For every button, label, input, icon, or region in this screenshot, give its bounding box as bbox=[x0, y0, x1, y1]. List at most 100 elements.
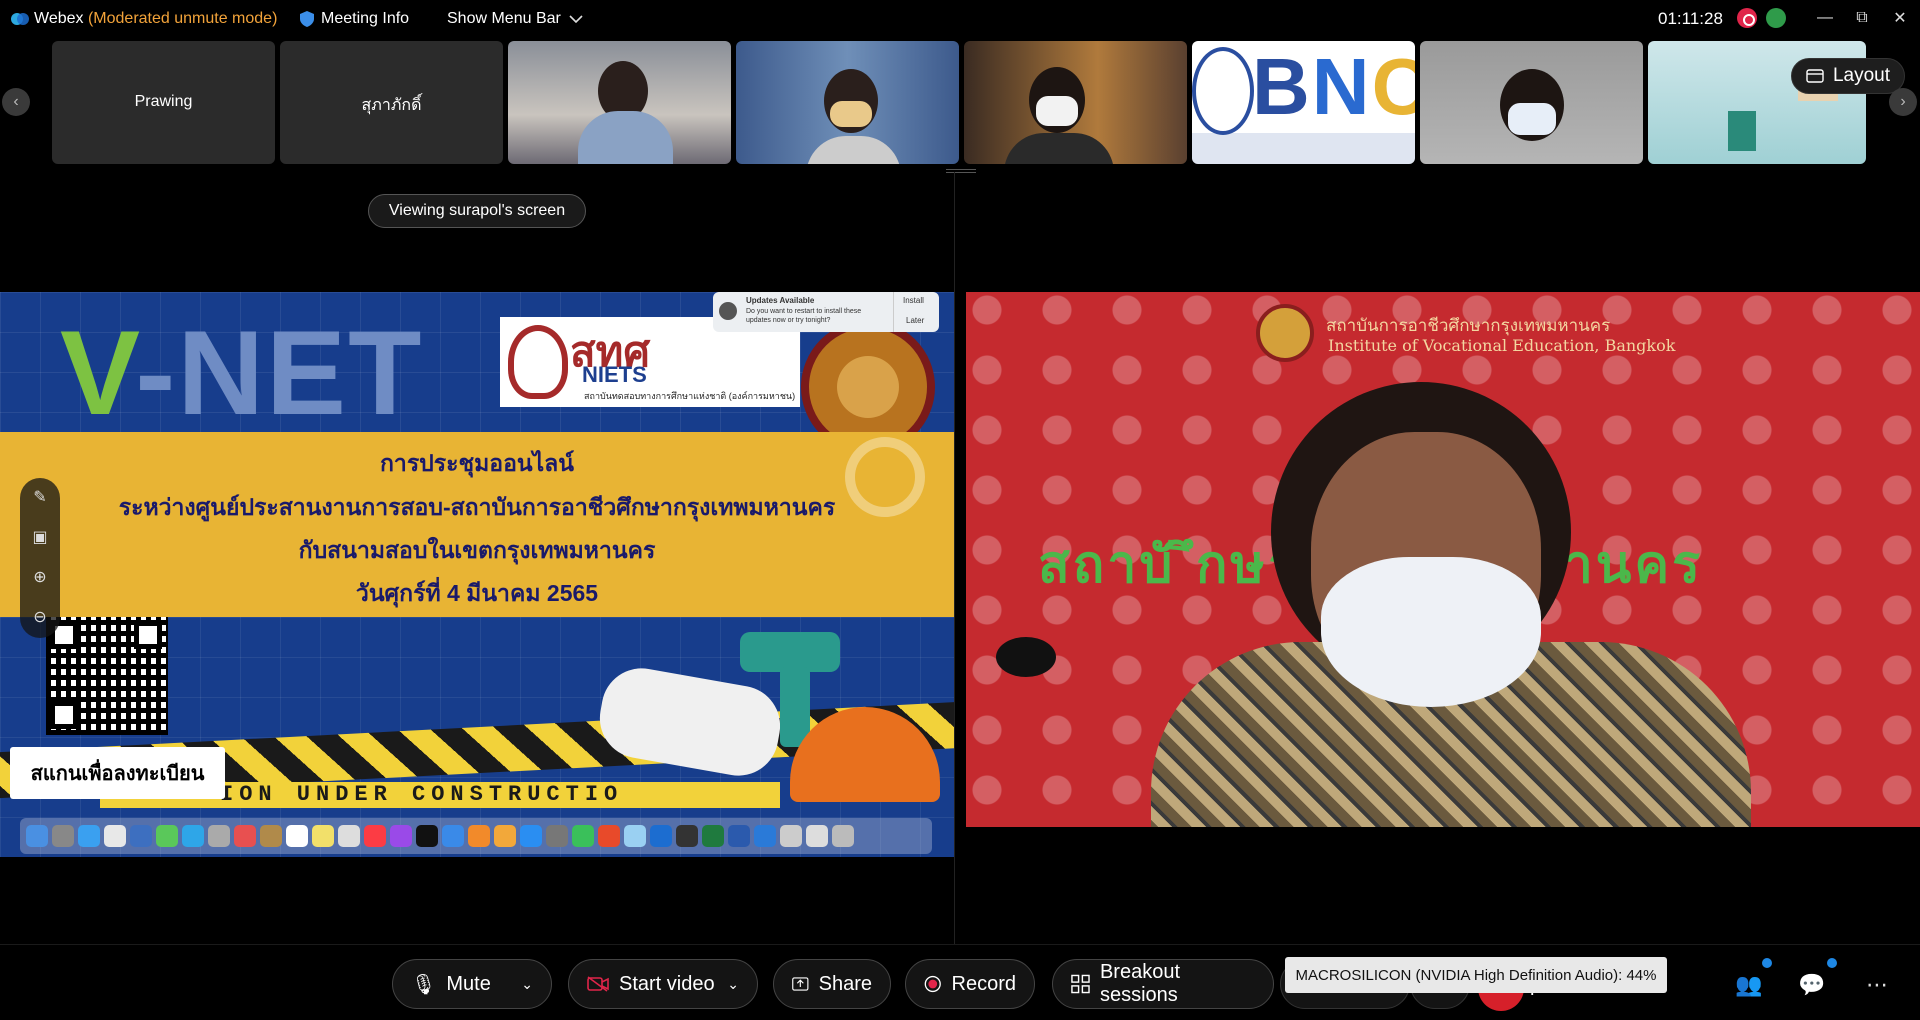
slide-banner: การประชุมออนไลน์ ระหว่างศูนย์ประสานงานกา… bbox=[0, 432, 954, 617]
line-icon[interactable] bbox=[572, 825, 594, 847]
app-icon[interactable] bbox=[260, 825, 282, 847]
chrome-icon[interactable] bbox=[104, 825, 126, 847]
update-notification[interactable]: Updates Available Do you want to restart… bbox=[713, 292, 939, 332]
participant-strip: ‹ Prawing สุภาภักดิ์ BNC Layout › bbox=[0, 38, 1920, 173]
institute-name-english: Institute of Vocational Education, Bangk… bbox=[1328, 336, 1676, 355]
app-icon[interactable] bbox=[130, 825, 152, 847]
start-video-button[interactable]: Start video ⌄ bbox=[568, 959, 758, 1009]
notification-title: Updates Available bbox=[746, 296, 815, 305]
app-icon[interactable] bbox=[806, 825, 828, 847]
screen-icon[interactable]: ▣ bbox=[20, 518, 60, 558]
breakout-sessions-button[interactable]: Breakout sessions bbox=[1052, 959, 1274, 1009]
participant-tile[interactable]: Prawing bbox=[52, 41, 275, 164]
webex-logo-icon bbox=[11, 13, 29, 25]
tv-icon[interactable] bbox=[416, 825, 438, 847]
breakout-sessions-label: Breakout sessions bbox=[1099, 961, 1181, 1006]
qr-finder bbox=[134, 621, 162, 649]
shield-icon bbox=[300, 11, 314, 27]
meeting-info-button[interactable]: Meeting Info bbox=[300, 10, 409, 28]
app-icon[interactable] bbox=[208, 825, 230, 847]
pages-icon[interactable] bbox=[494, 825, 516, 847]
participant-name: สุภาภักดิ์ bbox=[361, 97, 422, 114]
active-speaker-video[interactable]: สถาบันการอาชีวศึกษากรุงเทพมหานคร Institu… bbox=[966, 292, 1920, 827]
calendar-icon[interactable] bbox=[286, 825, 308, 847]
later-button[interactable]: Later bbox=[906, 316, 924, 325]
chevron-down-icon[interactable]: ⌄ bbox=[521, 976, 533, 993]
minimize-icon[interactable]: — bbox=[1805, 4, 1845, 32]
reminders-icon[interactable] bbox=[338, 825, 360, 847]
zoom-in-icon[interactable]: ⊕ bbox=[20, 558, 60, 598]
mac-dock bbox=[20, 818, 932, 854]
app-store-icon[interactable] bbox=[520, 825, 542, 847]
downloads-icon[interactable] bbox=[780, 825, 802, 847]
music-icon[interactable] bbox=[364, 825, 386, 847]
share-button[interactable]: Share bbox=[773, 959, 891, 1009]
chevron-down-icon[interactable]: ⌄ bbox=[727, 976, 739, 993]
shared-screen[interactable]: V-NET สทศ NIETS สถาบันทดสอบทางการศึกษาแห… bbox=[0, 292, 954, 857]
show-menu-bar-button[interactable]: Show Menu Bar bbox=[447, 10, 583, 28]
keynote-icon[interactable] bbox=[468, 825, 490, 847]
excel-icon[interactable] bbox=[702, 825, 724, 847]
settings-icon[interactable] bbox=[546, 825, 568, 847]
pen-icon[interactable]: ✎ bbox=[20, 478, 60, 518]
breakout-icon bbox=[1071, 974, 1090, 994]
word-icon[interactable] bbox=[728, 825, 750, 847]
record-button[interactable]: Record bbox=[905, 959, 1035, 1009]
notification-dot bbox=[1762, 958, 1772, 968]
annotation-toolbar: ✎ ▣ ⊕ ⊖ bbox=[20, 478, 60, 638]
network-stats-icon[interactable] bbox=[1766, 8, 1786, 28]
participant-video-tile[interactable] bbox=[1420, 41, 1643, 164]
participant-video-tile[interactable] bbox=[736, 41, 959, 164]
niets-emblem-icon bbox=[508, 325, 568, 399]
vnet-logo: V-NET bbox=[60, 304, 423, 442]
app-icon[interactable] bbox=[624, 825, 646, 847]
app-icon[interactable] bbox=[754, 825, 776, 847]
mute-button[interactable]: 🎙 Mute ⌄ bbox=[392, 959, 552, 1009]
vnet-v: V bbox=[60, 306, 136, 440]
microphone-icon bbox=[996, 637, 1056, 677]
app-icon[interactable] bbox=[598, 825, 620, 847]
title-bar: Webex (Moderated unmute mode) Meeting In… bbox=[0, 0, 1920, 38]
webex-icon[interactable] bbox=[650, 825, 672, 847]
banner-line: กับสนามสอบในเขตกรุงเทพมหานคร bbox=[298, 537, 656, 563]
install-button[interactable]: Install bbox=[903, 296, 924, 305]
app-icon[interactable] bbox=[182, 825, 204, 847]
recording-indicator-icon[interactable] bbox=[1737, 8, 1757, 28]
banner-line: การประชุมออนไลน์ bbox=[379, 450, 574, 476]
qr-finder bbox=[50, 701, 78, 729]
participant-video-tile[interactable] bbox=[964, 41, 1187, 164]
zoom-out-icon[interactable]: ⊖ bbox=[20, 598, 60, 638]
layout-button[interactable]: Layout bbox=[1791, 58, 1905, 94]
strip-resize-handle[interactable] bbox=[946, 169, 976, 173]
safari-icon[interactable] bbox=[78, 825, 100, 847]
strip-right-arrow-icon[interactable]: › bbox=[1889, 88, 1917, 116]
viewing-screen-label[interactable]: Viewing surapol's screen bbox=[368, 194, 586, 228]
meeting-timer: 01:11:28 bbox=[1658, 9, 1723, 28]
strip-left-arrow-icon[interactable]: ‹ bbox=[2, 88, 30, 116]
participant-video-tile[interactable] bbox=[508, 41, 731, 164]
layout-icon bbox=[1806, 69, 1824, 83]
meeting-info-label: Meeting Info bbox=[321, 10, 410, 27]
podcasts-icon[interactable] bbox=[390, 825, 412, 847]
finder-icon[interactable] bbox=[26, 825, 48, 847]
participant-video-tile[interactable]: BNC bbox=[1192, 41, 1415, 164]
close-icon[interactable]: ✕ bbox=[1880, 4, 1920, 32]
institute-emblem-icon bbox=[1256, 304, 1314, 362]
show-menu-bar-label: Show Menu Bar bbox=[447, 10, 561, 27]
numbers-icon[interactable] bbox=[442, 825, 464, 847]
stage-divider[interactable] bbox=[954, 172, 955, 944]
piano-icon[interactable] bbox=[676, 825, 698, 847]
video-off-icon bbox=[587, 976, 609, 992]
restore-icon[interactable]: ⧉ bbox=[1842, 4, 1882, 32]
speaker-backdrop-header: สถาบันการอาชีวศึกษากรุงเทพมหานคร Institu… bbox=[966, 292, 1920, 372]
chat-icon[interactable]: 💬 bbox=[1792, 965, 1832, 1005]
participant-tile[interactable]: สุภาภักดิ์ bbox=[280, 41, 503, 164]
participants-icon[interactable]: 👥 bbox=[1729, 965, 1769, 1005]
notes-icon[interactable] bbox=[312, 825, 334, 847]
app-icon[interactable] bbox=[234, 825, 256, 847]
messages-icon[interactable] bbox=[156, 825, 178, 847]
more-options-icon[interactable]: ⋯ bbox=[1857, 965, 1897, 1005]
niets-name-thai: สถาบันทดสอบทางการศึกษาแห่งชาติ (องค์การม… bbox=[584, 391, 796, 401]
launchpad-icon[interactable] bbox=[52, 825, 74, 847]
trash-icon[interactable] bbox=[832, 825, 854, 847]
